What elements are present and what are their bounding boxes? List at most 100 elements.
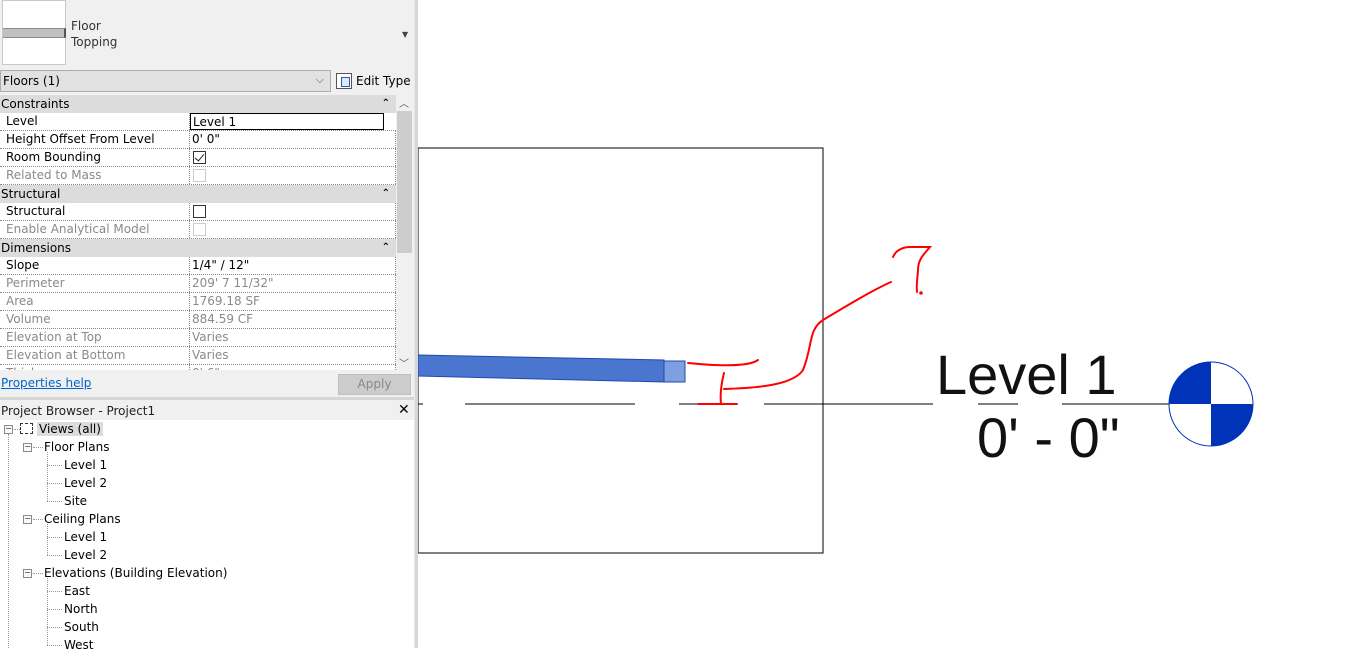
apply-button[interactable]: Apply	[338, 374, 411, 395]
property-value[interactable]: Level 1	[190, 113, 384, 130]
instance-filter-value: Floors (1)	[3, 74, 60, 88]
section-constraints[interactable]: Constraints ⌃	[0, 95, 396, 113]
left-panel: Floor Topping ▼ Floors (1) ⌵ Edit Type C…	[0, 0, 415, 652]
property-row: Volume 884.59 CF	[0, 311, 396, 329]
collapse-icon[interactable]: −	[23, 515, 32, 524]
tree-item[interactable]: Level 1	[64, 528, 107, 546]
property-row: Level Level 1	[0, 113, 396, 131]
instance-filter-select[interactable]: Floors (1) ⌵	[0, 70, 331, 92]
edit-type-button[interactable]: Edit Type	[336, 70, 411, 92]
collapse-icon[interactable]: ⌃	[382, 95, 390, 113]
property-value: 209' 7 11/32"	[190, 275, 396, 292]
checkbox[interactable]	[193, 151, 206, 164]
level-head-symbol[interactable]	[1168, 361, 1254, 447]
checkbox[interactable]	[193, 205, 206, 218]
properties-scrollbar[interactable]: ︿ ﹀	[396, 95, 413, 370]
collapse-icon[interactable]: ⌃	[382, 185, 390, 203]
properties-help-link[interactable]: Properties help	[1, 376, 91, 390]
sloped-floor[interactable]	[418, 354, 665, 383]
property-key: Level	[0, 113, 190, 130]
tree-connector	[47, 452, 48, 501]
collapse-icon[interactable]: −	[23, 443, 32, 452]
tree-connector	[47, 578, 48, 645]
tree-item[interactable]: Level 2	[64, 546, 107, 564]
tree-group[interactable]: Ceiling Plans	[44, 510, 121, 528]
collapse-icon[interactable]: −	[23, 569, 32, 578]
property-row: Perimeter 209' 7 11/32"	[0, 275, 396, 293]
property-row: Enable Analytical Model	[0, 221, 396, 239]
type-selector[interactable]: Floor Topping ▼	[0, 0, 415, 68]
property-value: 1769.18 SF	[190, 293, 396, 310]
property-row: Room Bounding	[0, 149, 396, 167]
item-label: Level 1	[64, 530, 108, 544]
property-value[interactable]: 1/4" / 12"	[190, 257, 396, 274]
drawing-canvas[interactable]: Level 1 0' - 0"	[418, 0, 1353, 648]
collapse-icon[interactable]: ⌃	[382, 239, 390, 257]
panel-divider[interactable]	[0, 397, 415, 400]
property-key: Area	[0, 293, 190, 310]
item-label: East	[64, 584, 90, 598]
property-key: Volume	[0, 311, 190, 328]
collapse-icon[interactable]: −	[4, 425, 13, 434]
tree-item[interactable]: South	[64, 618, 99, 636]
type-type: Topping	[71, 35, 118, 49]
dropdown-arrow-icon[interactable]: ▼	[402, 30, 408, 39]
tree-item[interactable]: Site	[64, 492, 87, 510]
checkbox	[193, 169, 206, 182]
tree-item[interactable]: East	[64, 582, 90, 600]
property-row: Thickness0' 6"	[0, 365, 396, 370]
views-icon	[20, 423, 33, 434]
tree-connector	[47, 645, 62, 646]
red-markup	[687, 246, 933, 405]
tree-root[interactable]: Views (all)	[20, 420, 103, 438]
scroll-down-icon[interactable]: ﹀	[399, 355, 409, 370]
property-key: Thickness	[0, 365, 190, 370]
tree-connector	[33, 573, 43, 574]
item-label: West	[64, 638, 94, 652]
tree-connector	[47, 501, 62, 502]
tree-item[interactable]: North	[64, 600, 98, 618]
view-drawing	[418, 147, 1254, 554]
tree-connector	[47, 537, 62, 538]
floor-end-segment[interactable]	[663, 360, 686, 383]
type-preview-thumbnail	[2, 0, 66, 65]
tree-item[interactable]: West	[64, 636, 94, 654]
property-value: 0' 6"	[190, 365, 396, 370]
property-key: Room Bounding	[0, 149, 190, 166]
level-elevation-label[interactable]: 0' - 0"	[977, 410, 1120, 466]
group-label: Elevations (Building Elevation)	[44, 566, 228, 580]
property-key: Related to Mass	[0, 167, 190, 184]
item-label: South	[64, 620, 99, 634]
project-browser-header: Project Browser - Project1 ✕	[0, 401, 415, 421]
tree-item[interactable]: Level 2	[64, 474, 107, 492]
property-value[interactable]: 0' 0"	[190, 131, 396, 148]
scroll-thumb[interactable]	[397, 111, 412, 253]
scroll-up-icon[interactable]: ︿	[399, 95, 409, 110]
item-label: Level 2	[64, 548, 108, 562]
tree-group[interactable]: Floor Plans	[44, 438, 109, 456]
markup-curve	[723, 281, 892, 390]
tree-item[interactable]: Level 1	[64, 456, 107, 474]
property-value: Varies	[190, 347, 396, 364]
close-icon[interactable]: ✕	[398, 402, 410, 418]
section-structural[interactable]: Structural ⌃	[0, 185, 396, 203]
tree-connector	[47, 627, 62, 628]
tree-connector	[47, 483, 62, 484]
section-title: Constraints	[1, 97, 70, 111]
item-label: Level 1	[64, 458, 108, 472]
markup-line	[687, 359, 759, 367]
property-value	[190, 149, 396, 166]
item-label: Site	[64, 494, 88, 508]
group-label: Floor Plans	[44, 440, 110, 454]
property-row: Related to Mass	[0, 167, 396, 185]
property-value	[190, 167, 396, 184]
tree-connector	[47, 465, 62, 466]
property-row: Height Offset From Level 0' 0"	[0, 131, 396, 149]
tree-group[interactable]: Elevations (Building Elevation)	[44, 564, 227, 582]
level-name-label[interactable]: Level 1	[936, 347, 1117, 403]
edit-type-icon	[336, 73, 352, 89]
section-dimensions[interactable]: Dimensions ⌃	[0, 239, 396, 257]
property-key: Elevation at Top	[0, 329, 190, 346]
project-browser-tree: − Views (all) − Floor Plans Level 1 Level 2 Si…	[0, 420, 414, 652]
markup-question-mark	[892, 246, 933, 293]
